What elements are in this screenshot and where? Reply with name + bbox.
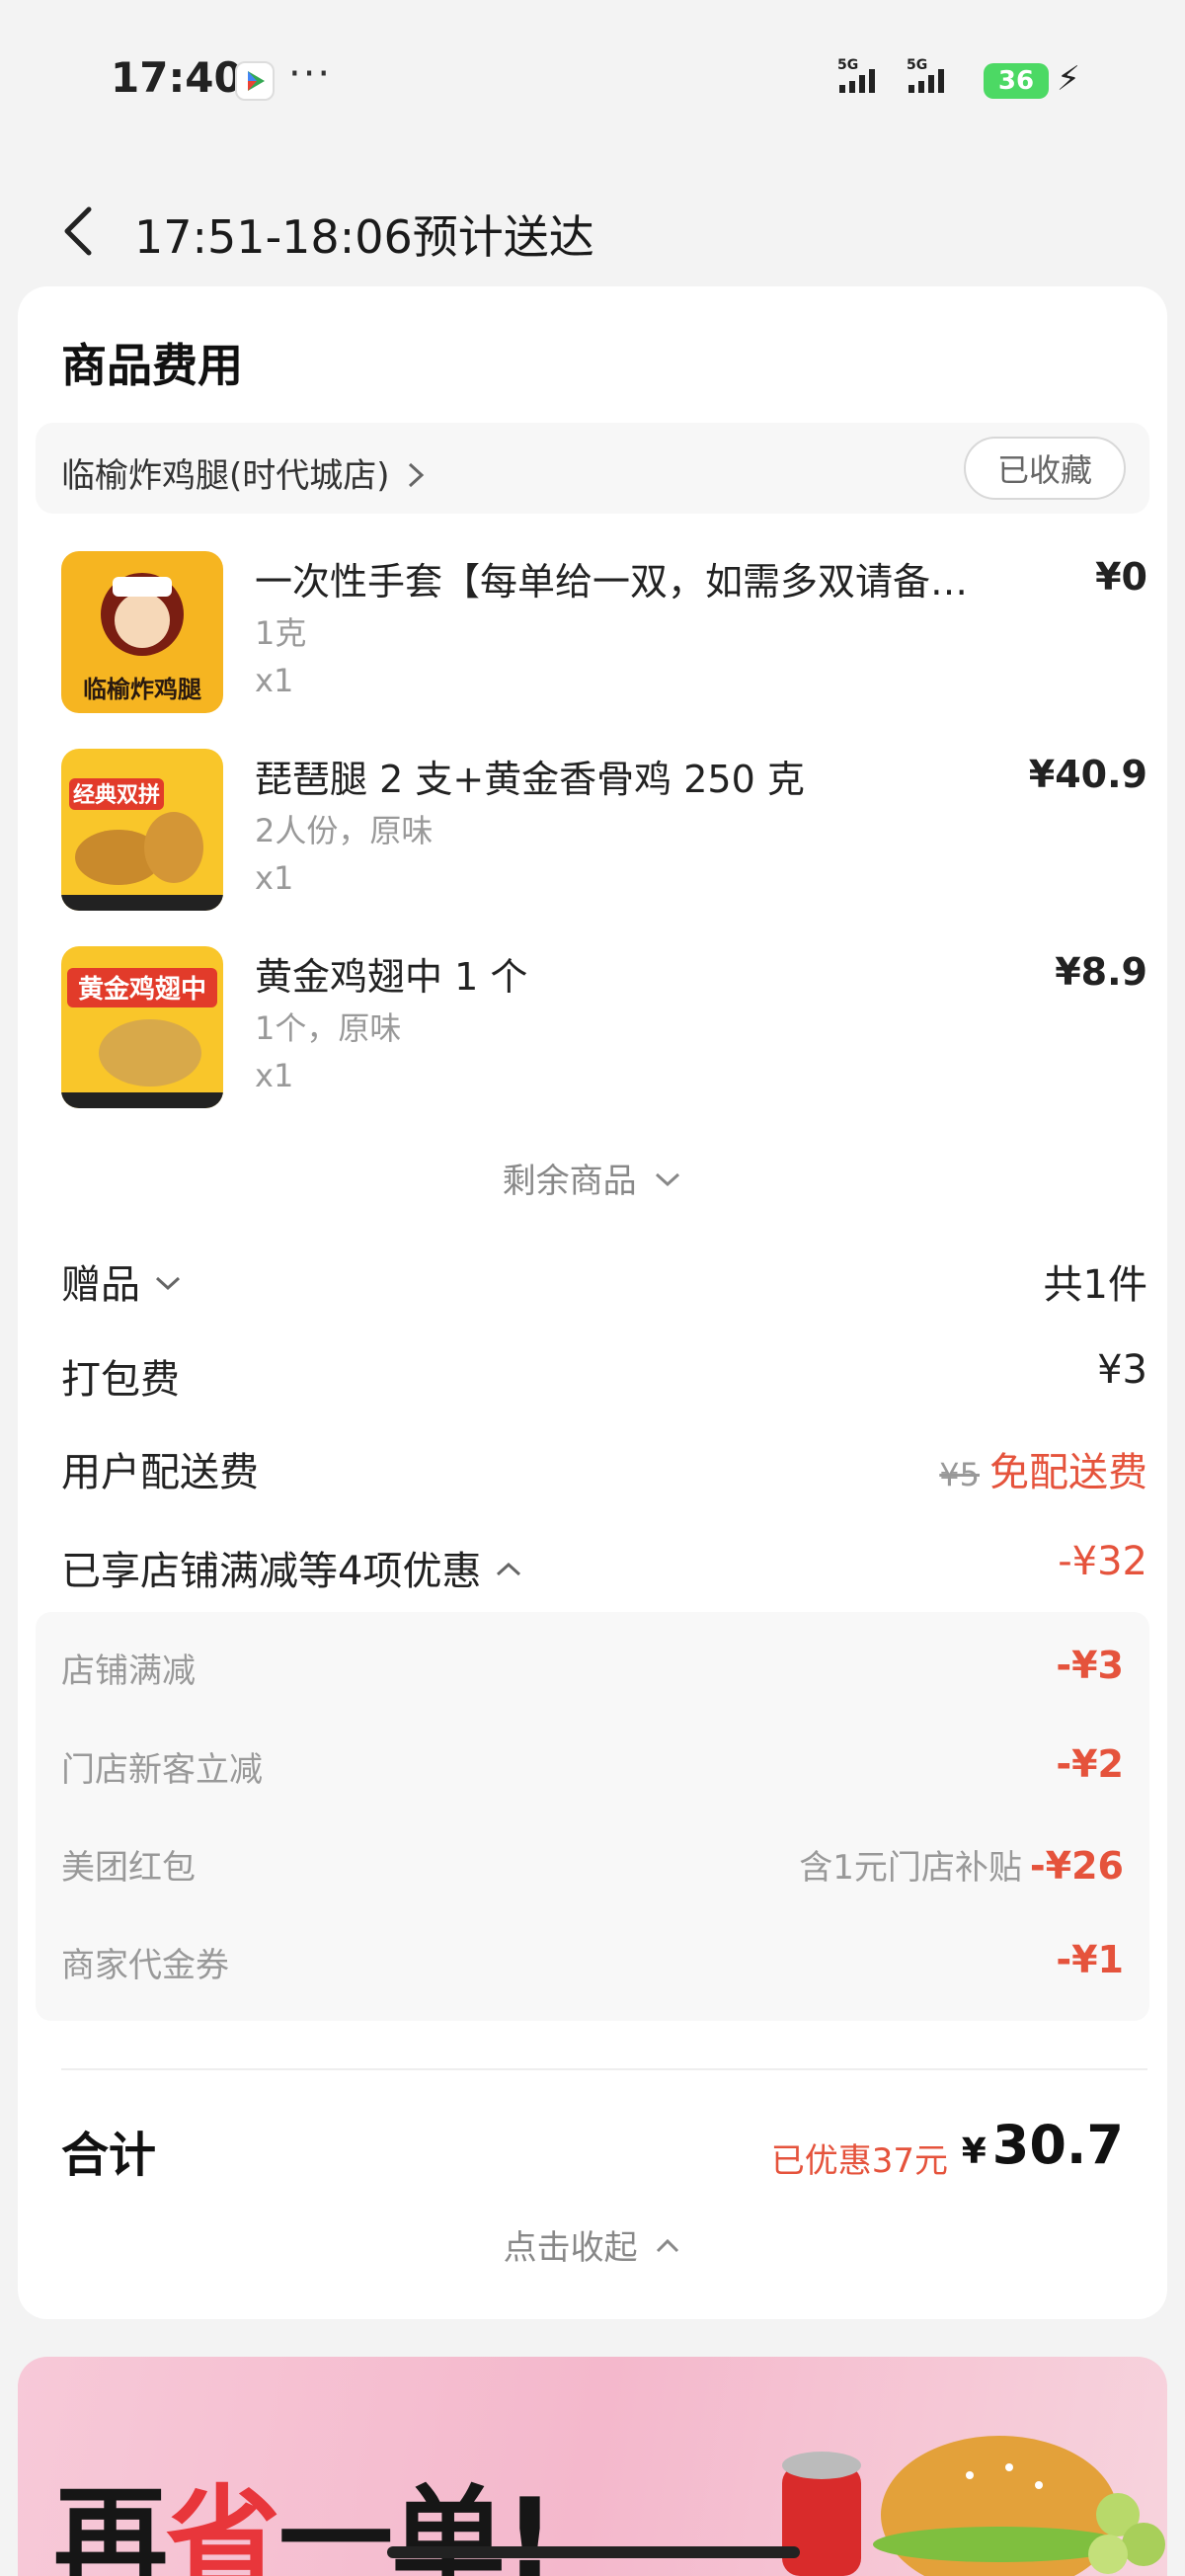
item-name: 琵琶腿 2 支+黄金香骨鸡 250 克 (255, 758, 805, 801)
free-delivery-label: 免配送费 (989, 1450, 1147, 1495)
item-name: 一次性手套【每单给一双，如需多双请备… (255, 560, 969, 604)
item-price: ¥8.9 (1055, 950, 1147, 994)
item-quantity: x1 (255, 859, 294, 897)
discount-item: 门店新客立减 -¥2 (61, 1742, 1124, 1792)
fee-card: 商品费用 临榆炸鸡腿(时代城店) 已收藏 临榆炸鸡腿 一次性手套【每单给一双，如… (18, 286, 1167, 2319)
currency-symbol: ¥ (961, 2132, 987, 2172)
chevron-down-icon (656, 1172, 680, 1187)
promo-headline-part: 一单! (278, 2474, 556, 2576)
app-notification-icon (235, 61, 275, 101)
chevron-right-icon (409, 462, 425, 488)
item-quantity: x1 (255, 1057, 294, 1094)
chevron-up-icon (657, 2238, 679, 2253)
order-item[interactable]: 临榆炸鸡腿 一次性手套【每单给一双，如需多双请备… 1克 x1 ¥0 (61, 551, 1147, 719)
home-indicator[interactable] (387, 2546, 800, 2558)
gift-count: 共1件 (1043, 1262, 1147, 1308)
packing-fee-row: 打包费 ¥3 (61, 1347, 1147, 1407)
order-item[interactable]: 经典双拼 琵琶腿 2 支+黄金香骨鸡 250 克 2人份，原味 x1 ¥40.9 (61, 749, 1147, 917)
chevron-up-icon (497, 1562, 521, 1576)
item-thumbnail: 经典双拼 (61, 749, 223, 911)
svg-text:经典双拼: 经典双拼 (73, 782, 160, 808)
promo-headline-part: 再 (53, 2474, 168, 2576)
gift-label[interactable]: 赠品 (61, 1252, 183, 1310)
discount-summary-text: 已享店铺满减等4项优惠 (61, 1549, 482, 1594)
discount-item-value: -¥26 (1029, 1844, 1124, 1888)
delivery-fee-label: 用户配送费 (61, 1450, 259, 1495)
promo-headline-highlight: 省 (166, 2474, 280, 2576)
discount-summary-label[interactable]: 已享店铺满减等4项优惠 (61, 1539, 523, 1596)
collapse-button[interactable]: 点击收起 (18, 2220, 1167, 2269)
svg-text:5G: 5G (837, 57, 858, 73)
total-amount-value: 30.7 (991, 2114, 1124, 2176)
discount-total: -¥32 (1058, 1539, 1147, 1584)
discount-item-note: 含1元门店补贴 (799, 1848, 1022, 1888)
promo-banner[interactable]: 再省一单! (18, 2357, 1167, 2576)
chevron-down-icon (155, 1276, 180, 1291)
status-time: 17:40 (111, 53, 243, 102)
gift-label-text: 赠品 (61, 1262, 140, 1308)
store-name[interactable]: 临榆炸鸡腿(时代城店) (61, 448, 428, 497)
discount-item-value-group: 含1元门店补贴 -¥26 (799, 1840, 1124, 1889)
burger-illustration (782, 2436, 1165, 2576)
page-title: 17:51-18:06预计送达 (134, 210, 594, 264)
order-item[interactable]: 黄金鸡翅中 黄金鸡翅中 1 个 1个，原味 x1 ¥8.9 (61, 946, 1147, 1114)
total-label: 合计 (61, 2128, 157, 2183)
item-quantity: x1 (255, 662, 294, 699)
chevron-left-icon (64, 206, 92, 256)
signal-icon: 5G (835, 55, 905, 99)
svg-text:黄金鸡翅中: 黄金鸡翅中 (78, 974, 206, 1005)
discount-item-value: -¥1 (1056, 1938, 1124, 1981)
item-spec: 1克 (255, 614, 307, 652)
item-thumbnail: 临榆炸鸡腿 (61, 551, 223, 713)
item-price: ¥40.9 (1028, 753, 1147, 796)
divider (61, 2068, 1147, 2070)
signal-icon: 5G (905, 55, 974, 99)
store-row[interactable]: 临榆炸鸡腿(时代城店) 已收藏 (36, 423, 1149, 514)
discount-detail-list: 店铺满减 -¥3 门店新客立减 -¥2 美团红包 含1元门店补贴 -¥26 商家代… (36, 1612, 1149, 2021)
packing-fee-label: 打包费 (61, 1357, 180, 1403)
discount-item: 美团红包 含1元门店补贴 -¥26 (61, 1840, 1124, 1890)
item-price: ¥0 (1095, 555, 1147, 599)
more-notifications-icon: ··· (288, 51, 333, 97)
discount-item-value: -¥2 (1056, 1742, 1124, 1786)
discount-item-label: 门店新客立减 (61, 1750, 263, 1790)
store-name-label: 临榆炸鸡腿(时代城店) (61, 456, 390, 496)
page-header: 17:51-18:06预计送达 (0, 188, 1185, 277)
favorite-button[interactable]: 已收藏 (964, 437, 1126, 500)
svg-text:临榆炸鸡腿: 临榆炸鸡腿 (83, 676, 201, 703)
discount-summary-row[interactable]: 已享店铺满减等4项优惠 -¥32 (61, 1539, 1147, 1598)
show-remaining-items-label: 剩余商品 (502, 1162, 637, 1201)
item-thumbnail: 黄金鸡翅中 (61, 946, 223, 1108)
packing-fee-value: ¥3 (1097, 1347, 1147, 1393)
item-spec: 1个，原味 (255, 1009, 402, 1047)
collapse-label: 点击收起 (503, 2228, 638, 2268)
discount-item: 商家代金券 -¥1 (61, 1938, 1124, 1987)
item-spec: 2人份，原味 (255, 812, 434, 849)
delivery-original-fee: ¥5 (939, 1456, 980, 1493)
discount-item-value: -¥3 (1056, 1644, 1124, 1687)
back-button[interactable] (55, 201, 105, 261)
charging-icon: ⚡ (1057, 59, 1080, 99)
svg-text:5G: 5G (907, 57, 927, 73)
discount-item-label: 店铺满减 (61, 1651, 196, 1691)
show-remaining-items[interactable]: 剩余商品 (18, 1154, 1167, 1202)
card-title: 商品费用 (61, 339, 243, 392)
status-bar: 17:40 ··· 5G 5G 36 ⚡ (0, 0, 1185, 158)
item-name: 黄金鸡翅中 1 个 (255, 955, 528, 999)
delivery-fee-value: ¥5 免配送费 (939, 1440, 1147, 1497)
discount-item-label: 商家代金券 (61, 1946, 229, 1985)
discount-item: 店铺满减 -¥3 (61, 1644, 1124, 1693)
gift-row[interactable]: 赠品 共1件 (61, 1252, 1147, 1312)
total-amount: ¥30.7 (962, 2114, 1124, 2176)
battery-icon: 36 (984, 63, 1049, 99)
delivery-fee-row: 用户配送费 ¥5 免配送费 (61, 1440, 1147, 1499)
total-saved: 已优惠37元 (770, 2141, 948, 2181)
discount-item-label: 美团红包 (61, 1848, 196, 1888)
